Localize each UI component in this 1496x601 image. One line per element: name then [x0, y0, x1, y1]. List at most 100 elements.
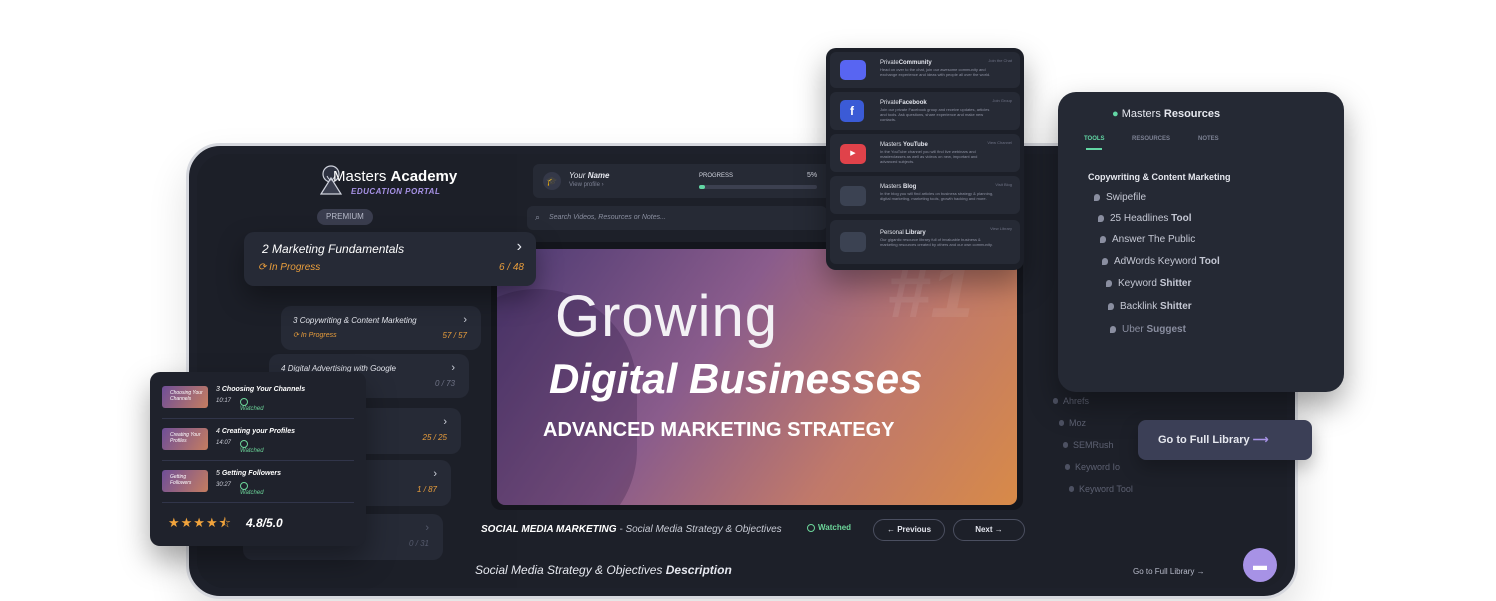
module-count: 0 / 31	[408, 539, 429, 548]
community-item-desc: Our gigantic resource library full of in…	[880, 237, 993, 247]
community-item-title: Masters YouTube	[880, 142, 928, 148]
module-status: ⟳ In Progress	[258, 262, 321, 273]
go-to-full-library-button[interactable]: Go to Full Library ⟶	[1138, 420, 1312, 460]
lesson-thumbnail: Choosing Your Channels	[162, 386, 208, 408]
check-circle-icon	[240, 482, 248, 490]
check-circle-icon	[807, 523, 815, 532]
lesson-name: 3 Choosing Your Channels	[216, 386, 306, 393]
community-item[interactable]: Personal Library Our gigantic resource l…	[830, 220, 1020, 264]
go-to-full-library-link[interactable]: Go to Full Library →	[1133, 567, 1205, 576]
leaf-icon	[1094, 193, 1100, 201]
lesson-status: Watched	[240, 440, 264, 454]
ghost-list-item: SEMRush	[1063, 440, 1114, 450]
lesson-thumbnail: Creating Your Profiles	[162, 428, 208, 450]
community-item[interactable]: f PrivateFacebook Join our private Faceb…	[830, 92, 1020, 130]
community-item-title: Masters Blog	[880, 184, 917, 190]
chevron-right-icon: ›	[443, 416, 447, 428]
module-item-2-active[interactable]: 2 Marketing Fundamentals ⟳ In Progress 6…	[244, 232, 536, 286]
divider	[162, 502, 354, 503]
lesson-duration: 14:07	[216, 440, 232, 446]
tab-notes[interactable]: NOTES	[1198, 136, 1219, 142]
watched-status: Watched	[807, 523, 851, 532]
youtube-icon: ▶	[840, 144, 866, 164]
brand-title: Masters Academy	[333, 168, 458, 185]
resource-item[interactable]: Keyword Shitter	[1106, 278, 1191, 289]
community-item[interactable]: PrivateCommunity Head on over to the cha…	[830, 52, 1020, 88]
resource-item[interactable]: Backlink Shitter	[1108, 301, 1192, 312]
resources-panel: ● Masters Resources TOOLS RESOURCES NOTE…	[1058, 92, 1344, 392]
tab-tools[interactable]: TOOLS	[1084, 136, 1105, 142]
community-item-desc: In the blog you will find articles on bu…	[880, 191, 994, 201]
description-heading: Social Media Strategy & Objectives Descr…	[475, 563, 732, 577]
ghost-list-item: Ahrefs	[1053, 396, 1089, 406]
community-item-desc: Join our private Facebook group and rece…	[880, 107, 990, 122]
community-item[interactable]: Masters Blog In the blog you will find a…	[830, 176, 1020, 214]
video-player[interactable]: #1 Growing Digital Businesses ADVANCED M…	[497, 249, 1017, 505]
progress-label: PROGRESS	[699, 173, 734, 179]
community-item[interactable]: ▶ Masters YouTube In the YouTube channel…	[830, 134, 1020, 172]
chevron-right-icon: ›	[516, 238, 522, 255]
profile-bar[interactable]: 🎓 Your Name View profile › PROGRESS 5%	[533, 164, 831, 198]
blog-icon	[840, 186, 866, 206]
community-item-action[interactable]: View Channel	[987, 140, 1012, 145]
brand-subtitle: EDUCATION PORTAL	[351, 187, 441, 196]
progress-value: 5%	[807, 172, 818, 179]
premium-badge: PREMIUM	[317, 209, 373, 225]
progress-track	[699, 185, 817, 189]
resource-item[interactable]: 25 Headlines Tool	[1098, 213, 1192, 224]
community-item-action[interactable]: View Library	[990, 226, 1012, 231]
community-item-desc: In the YouTube channel you will find liv…	[880, 149, 978, 164]
community-card: PrivateCommunity Head on over to the cha…	[826, 48, 1024, 270]
rating-value: 4.8/5.0	[246, 516, 283, 530]
video-title-line2: Digital Businesses	[549, 355, 923, 402]
community-item-desc: Head on over to the chat, join our aweso…	[880, 67, 991, 77]
check-circle-icon	[240, 440, 248, 448]
community-item-title: Personal Library	[880, 230, 926, 236]
search-icon: ⌕	[535, 212, 541, 222]
community-item-action[interactable]: Join Group	[992, 98, 1012, 103]
resources-title: ● Masters Resources	[1112, 108, 1221, 120]
divider	[162, 460, 354, 461]
lessons-card: Choosing Your Channels 3 Choosing Your C…	[150, 372, 366, 546]
lesson-title: SOCIAL MEDIA MARKETING - Social Media St…	[481, 524, 782, 535]
module-count: 1 / 87	[416, 485, 437, 494]
ghost-list-item: Keyword Io	[1065, 462, 1120, 472]
resource-item[interactable]: Uber Suggest	[1110, 324, 1186, 335]
leaf-icon	[1108, 302, 1114, 310]
module-count: 57 / 57	[442, 331, 467, 340]
lesson-thumbnail: Getting Followers	[162, 470, 208, 492]
chevron-right-icon: ›	[433, 468, 437, 480]
leaf-icon	[1102, 257, 1108, 265]
video-title-line1: Growing	[555, 284, 778, 349]
leaf-icon	[1098, 214, 1104, 222]
resource-item[interactable]: Answer The Public	[1100, 234, 1195, 245]
lesson-name: 5 Getting Followers	[216, 470, 281, 477]
community-item-action[interactable]: Join the Chat	[988, 58, 1012, 63]
view-profile-link[interactable]: View profile ›	[569, 182, 604, 188]
tab-resources[interactable]: RESOURCES	[1132, 136, 1170, 142]
lesson-status: Watched	[240, 398, 264, 412]
module-item-3[interactable]: 3 Copywriting & Content Marketing ⟳ In P…	[281, 306, 481, 350]
module-count: 0 / 73	[434, 379, 455, 388]
community-item-action[interactable]: Visit Blog	[995, 182, 1012, 187]
resource-item[interactable]: AdWords Keyword Tool	[1102, 256, 1220, 267]
divider	[162, 418, 354, 419]
resource-item[interactable]: Swipefile	[1094, 192, 1146, 203]
chevron-right-icon: ›	[425, 522, 429, 534]
chevron-right-icon: ›	[463, 314, 467, 326]
previous-button[interactable]: ← Previous	[873, 519, 945, 541]
progress-fill	[699, 185, 705, 189]
video-title-line3: ADVANCED MARKETING STRATEGY	[543, 419, 895, 441]
leaf-icon	[1100, 235, 1106, 243]
chat-bubble-icon[interactable]: ▬	[1243, 548, 1277, 582]
lesson-duration: 30:27	[216, 482, 232, 488]
check-circle-icon	[240, 398, 248, 406]
module-count: 6 / 48	[498, 262, 524, 273]
library-icon	[840, 232, 866, 252]
search-input[interactable]: Search Videos, Resources or Notes...	[527, 206, 827, 230]
lesson-name: 4 Creating your Profiles	[216, 428, 295, 435]
lesson-duration: 10:17	[216, 398, 232, 404]
next-button[interactable]: Next →	[953, 519, 1025, 541]
discord-icon	[840, 60, 866, 80]
facebook-icon: f	[840, 100, 864, 122]
